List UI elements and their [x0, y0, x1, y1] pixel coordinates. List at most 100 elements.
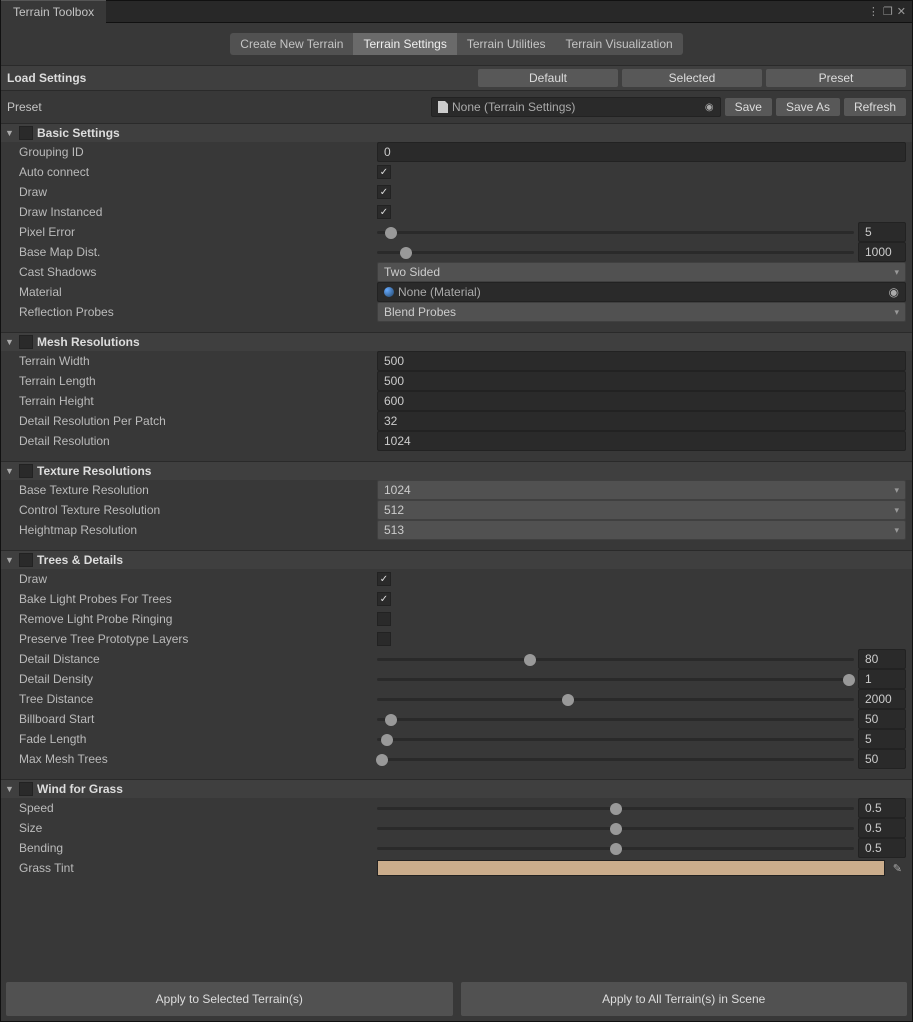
- speed-input[interactable]: [858, 798, 906, 818]
- tab-create-terrain[interactable]: Create New Terrain: [230, 33, 353, 55]
- section-toggle[interactable]: [19, 464, 33, 478]
- base-tex-dropdown[interactable]: 1024▾: [377, 480, 906, 500]
- size-slider[interactable]: [377, 827, 854, 830]
- fade-length-slider[interactable]: [377, 738, 854, 741]
- detail-density-label: Detail Density: [19, 672, 377, 686]
- speed-slider[interactable]: [377, 807, 854, 810]
- grouping-id-input[interactable]: [377, 142, 906, 162]
- preset-value: None (Terrain Settings): [452, 100, 575, 114]
- default-button[interactable]: Default: [478, 69, 618, 87]
- reflection-probes-dropdown[interactable]: Blend Probes ▾: [377, 302, 906, 322]
- size-label: Size: [19, 821, 377, 835]
- draw-instanced-checkbox[interactable]: ✓: [377, 205, 391, 219]
- foldout-title: Trees & Details: [37, 553, 123, 567]
- billboard-start-input[interactable]: [858, 709, 906, 729]
- menu-icon[interactable]: ⋮: [868, 5, 879, 18]
- base-map-dist-input[interactable]: [858, 242, 906, 262]
- max-mesh-trees-slider[interactable]: [377, 758, 854, 761]
- save-as-button[interactable]: Save As: [776, 98, 840, 116]
- max-mesh-trees-input[interactable]: [858, 749, 906, 769]
- section-toggle[interactable]: [19, 782, 33, 796]
- material-field[interactable]: None (Material) ◉: [377, 282, 906, 302]
- billboard-start-slider[interactable]: [377, 718, 854, 721]
- object-picker-icon[interactable]: ◉: [705, 102, 714, 113]
- base-map-dist-label: Base Map Dist.: [19, 245, 377, 259]
- refresh-button[interactable]: Refresh: [844, 98, 906, 116]
- terrain-height-input[interactable]: [377, 391, 906, 411]
- draw-checkbox[interactable]: ✓: [377, 185, 391, 199]
- fade-length-input[interactable]: [858, 729, 906, 749]
- fade-length-label: Fade Length: [19, 732, 377, 746]
- base-map-dist-slider[interactable]: [377, 251, 854, 254]
- detail-density-slider[interactable]: [377, 678, 854, 681]
- auto-connect-label: Auto connect: [19, 165, 377, 179]
- billboard-start-label: Billboard Start: [19, 712, 377, 726]
- bake-light-probes-checkbox[interactable]: ✓: [377, 592, 391, 606]
- auto-connect-checkbox[interactable]: ✓: [377, 165, 391, 179]
- object-picker-icon[interactable]: ◉: [889, 285, 899, 299]
- bending-input[interactable]: [858, 838, 906, 858]
- detail-density-input[interactable]: [858, 669, 906, 689]
- terrain-length-label: Terrain Length: [19, 374, 377, 388]
- tab-terrain-settings[interactable]: Terrain Settings: [353, 33, 456, 55]
- main-tab-group: Create New Terrain Terrain Settings Terr…: [1, 23, 912, 65]
- terrain-length-input[interactable]: [377, 371, 906, 391]
- foldout-trees-details[interactable]: ▼ Trees & Details: [1, 550, 912, 569]
- chevron-down-icon: ▼: [5, 784, 15, 794]
- detail-distance-input[interactable]: [858, 649, 906, 669]
- foldout-wind-grass[interactable]: ▼ Wind for Grass: [1, 779, 912, 798]
- foldout-title: Mesh Resolutions: [37, 335, 140, 349]
- selected-button[interactable]: Selected: [622, 69, 762, 87]
- apply-all-button[interactable]: Apply to All Terrain(s) in Scene: [461, 982, 908, 1016]
- bending-label: Bending: [19, 841, 377, 855]
- terrain-width-input[interactable]: [377, 351, 906, 371]
- chevron-down-icon: ▼: [5, 128, 15, 138]
- eyedropper-icon[interactable]: ✎: [889, 862, 906, 875]
- chevron-down-icon: ▼: [5, 337, 15, 347]
- heightmap-dropdown[interactable]: 513▾: [377, 520, 906, 540]
- dropdown-value: Two Sided: [384, 265, 440, 279]
- remove-ringing-checkbox[interactable]: [377, 612, 391, 626]
- preset-button[interactable]: Preset: [766, 69, 906, 87]
- control-tex-dropdown[interactable]: 512▾: [377, 500, 906, 520]
- maximize-icon[interactable]: ❐: [883, 5, 893, 18]
- preset-object-field[interactable]: None (Terrain Settings) ◉: [431, 97, 721, 117]
- detail-per-patch-input[interactable]: [377, 411, 906, 431]
- detail-distance-slider[interactable]: [377, 658, 854, 661]
- pixel-error-input[interactable]: [858, 222, 906, 242]
- foldout-title: Texture Resolutions: [37, 464, 151, 478]
- tab-terrain-visualization[interactable]: Terrain Visualization: [556, 33, 683, 55]
- control-tex-label: Control Texture Resolution: [19, 503, 377, 517]
- detail-distance-label: Detail Distance: [19, 652, 377, 666]
- foldout-title: Wind for Grass: [37, 782, 123, 796]
- foldout-mesh-resolutions[interactable]: ▼ Mesh Resolutions: [1, 332, 912, 351]
- section-toggle[interactable]: [19, 553, 33, 567]
- material-icon: [384, 287, 394, 297]
- section-toggle[interactable]: [19, 126, 33, 140]
- detail-res-label: Detail Resolution: [19, 434, 377, 448]
- foldout-texture-resolutions[interactable]: ▼ Texture Resolutions: [1, 461, 912, 480]
- tab-terrain-utilities[interactable]: Terrain Utilities: [457, 33, 556, 55]
- detail-res-input[interactable]: [377, 431, 906, 451]
- draw-instanced-label: Draw Instanced: [19, 205, 377, 219]
- foldout-basic-settings[interactable]: ▼ Basic Settings: [1, 123, 912, 142]
- reflection-probes-label: Reflection Probes: [19, 305, 377, 319]
- load-settings-label: Load Settings: [7, 71, 86, 85]
- size-input[interactable]: [858, 818, 906, 838]
- bending-slider[interactable]: [377, 847, 854, 850]
- tree-distance-slider[interactable]: [377, 698, 854, 701]
- section-toggle[interactable]: [19, 335, 33, 349]
- heightmap-label: Heightmap Resolution: [19, 523, 377, 537]
- tree-distance-input[interactable]: [858, 689, 906, 709]
- preserve-layers-checkbox[interactable]: [377, 632, 391, 646]
- close-icon[interactable]: ✕: [897, 5, 906, 18]
- save-button[interactable]: Save: [725, 98, 772, 116]
- window-tab[interactable]: Terrain Toolbox: [1, 0, 106, 23]
- trees-draw-checkbox[interactable]: ✓: [377, 572, 391, 586]
- cast-shadows-dropdown[interactable]: Two Sided ▾: [377, 262, 906, 282]
- terrain-width-label: Terrain Width: [19, 354, 377, 368]
- trees-draw-label: Draw: [19, 572, 377, 586]
- pixel-error-slider[interactable]: [377, 231, 854, 234]
- apply-selected-button[interactable]: Apply to Selected Terrain(s): [6, 982, 453, 1016]
- grass-tint-swatch[interactable]: [377, 860, 885, 876]
